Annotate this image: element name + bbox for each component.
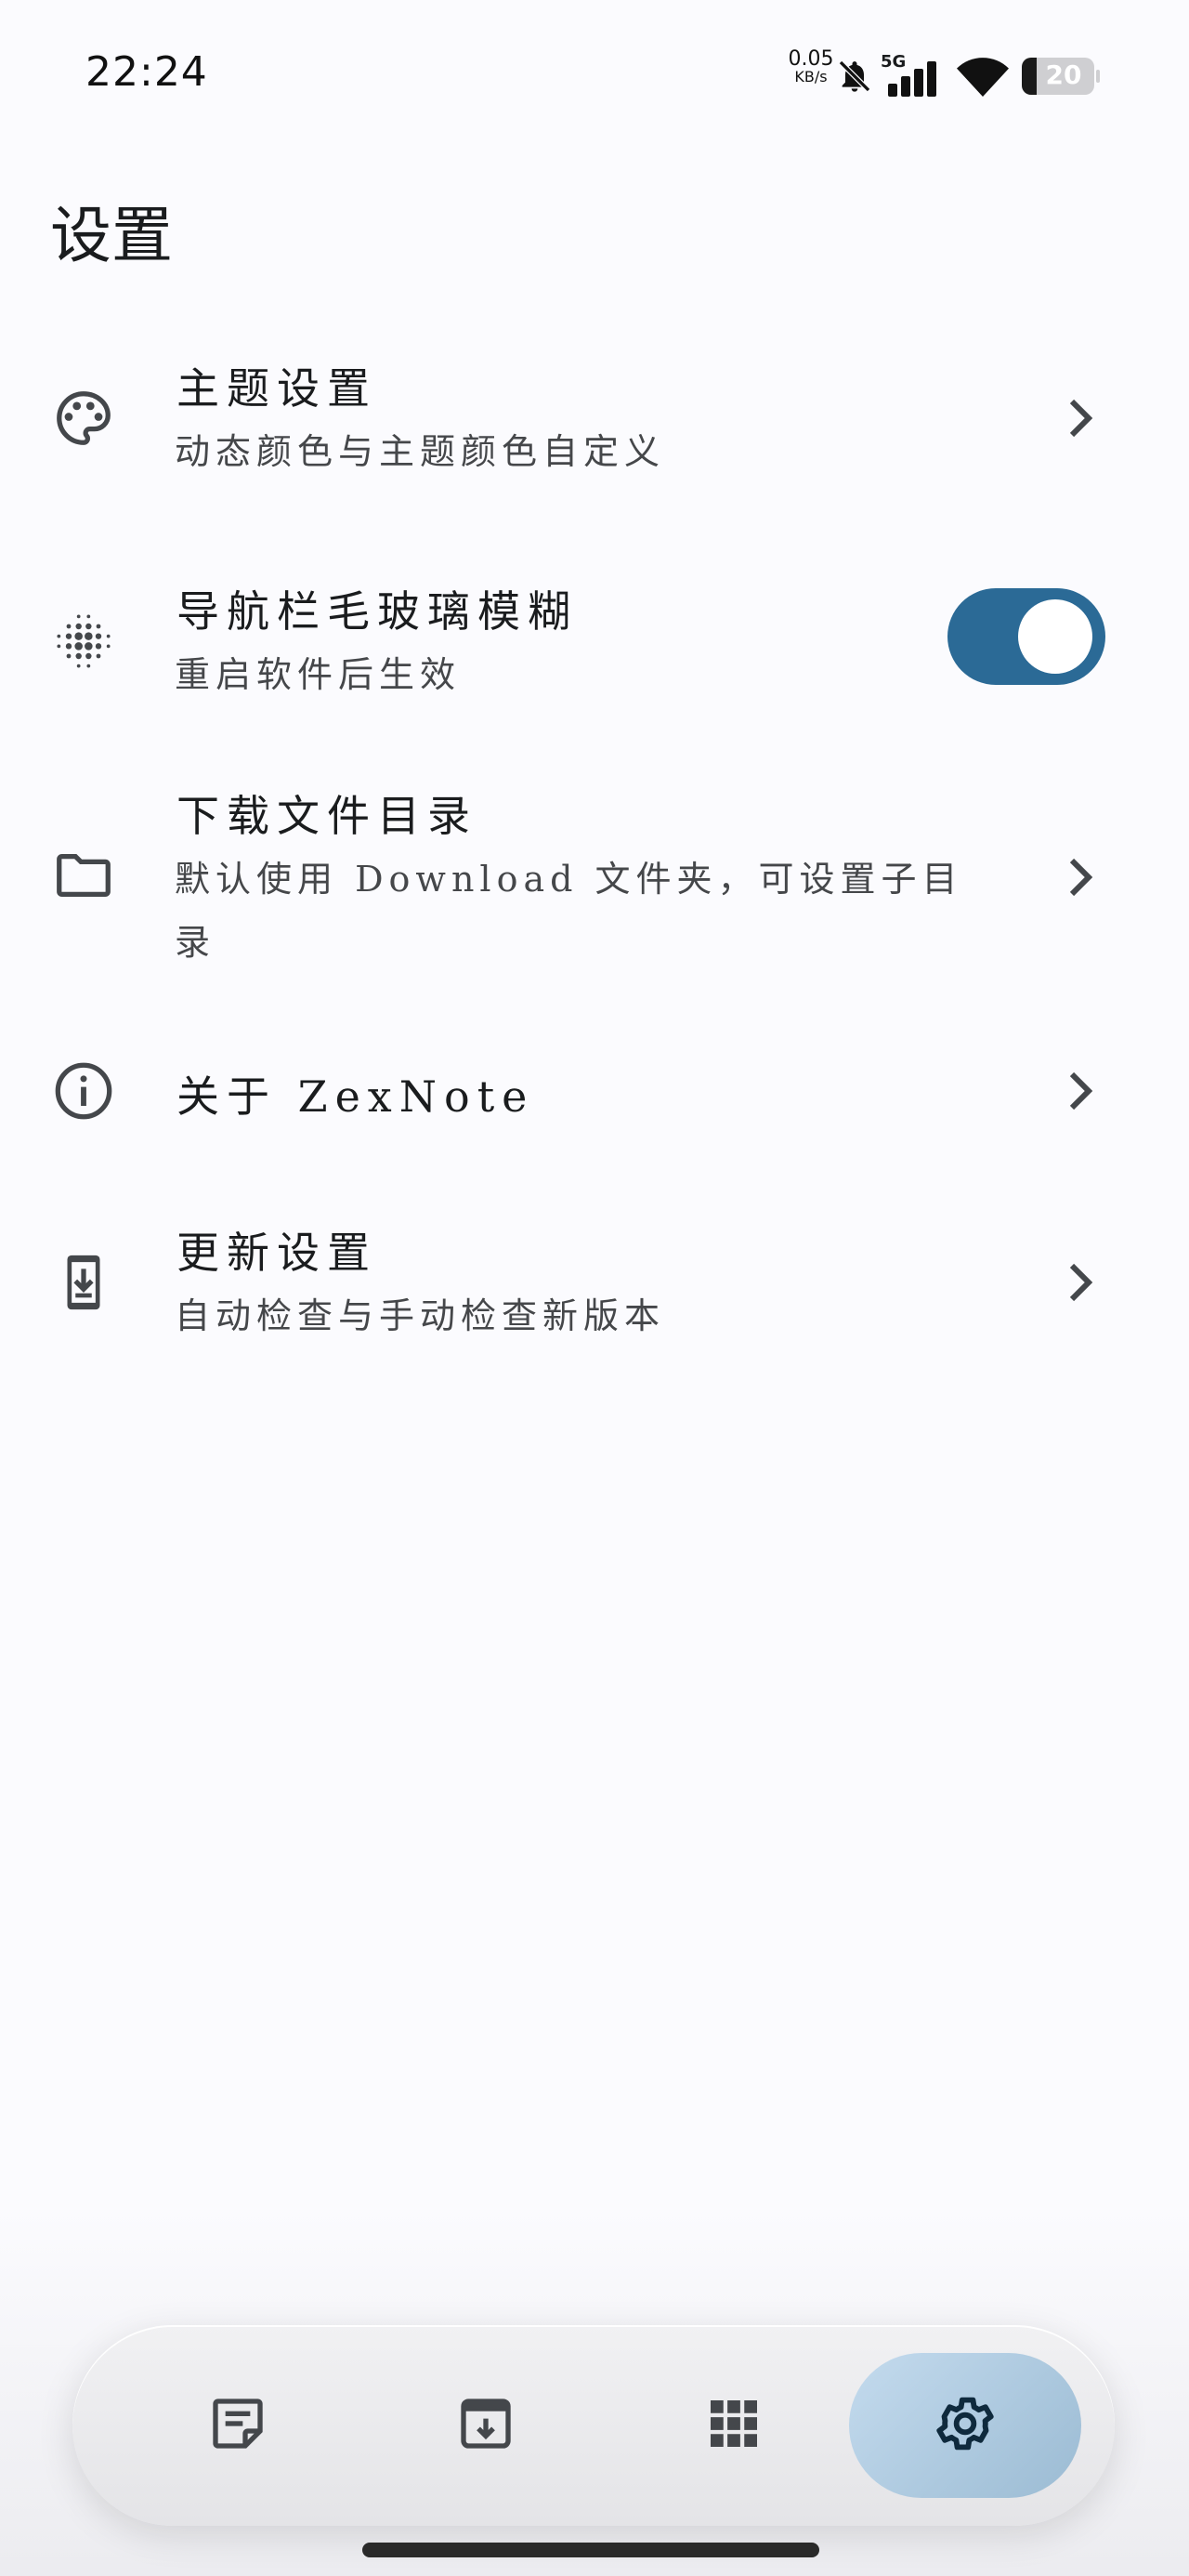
bell-off-icon [836, 58, 873, 99]
signal-icon [884, 59, 946, 100]
nav-apps[interactable] [618, 2353, 850, 2498]
chevron-right-icon [1065, 1069, 1098, 1113]
archive-icon [456, 2394, 516, 2457]
info-icon [50, 1058, 117, 1124]
setting-about[interactable]: 关于 ZexNote [0, 1032, 1189, 1152]
setting-download-title: 下载文件目录 [176, 791, 477, 841]
system-update-icon [50, 1249, 117, 1316]
setting-about-title: 关于 ZexNote [176, 1071, 535, 1122]
nav-settings[interactable] [849, 2353, 1081, 2498]
setting-download-dir[interactable]: 下载文件目录 默认使用 Download 文件夹，可设置子目录 [0, 771, 1189, 985]
chevron-right-icon [1065, 1260, 1098, 1305]
setting-update[interactable]: 更新设置 自动检查与手动检查新版本 [0, 1199, 1189, 1366]
status-time: 22:24 [85, 48, 208, 96]
palette-icon [50, 385, 117, 452]
bottom-navigation [72, 2325, 1115, 2526]
battery-icon: 20 [1022, 58, 1100, 97]
settings-screen: 22:24 0.05 KB/s 5G 20 设置 主题设置 动态颜色与主题颜色自… [0, 0, 1189, 2576]
toggle-knob [1018, 599, 1092, 674]
network-speed-value: 0.05 [788, 47, 834, 71]
blur-toggle[interactable] [947, 588, 1105, 685]
network-speed-unit: KB/s [794, 68, 828, 86]
setting-blur-title: 导航栏毛玻璃模糊 [176, 586, 578, 637]
home-indicator[interactable] [362, 2543, 819, 2557]
wifi-icon [957, 58, 1009, 100]
setting-download-subtitle: 默认使用 Download 文件夹，可设置子目录 [175, 859, 963, 963]
chevron-right-icon [1065, 396, 1098, 440]
page-title: 设置 [50, 200, 173, 271]
setting-theme[interactable]: 主题设置 动态颜色与主题颜色自定义 [0, 335, 1189, 502]
setting-update-title: 更新设置 [176, 1228, 377, 1278]
setting-theme-subtitle: 动态颜色与主题颜色自定义 [175, 431, 666, 472]
chevron-right-icon [1065, 855, 1098, 900]
network-speed: 0.05 KB/s [778, 48, 843, 85]
folder-icon [50, 842, 117, 909]
note-icon [208, 2394, 268, 2457]
status-bar: 22:24 0.05 KB/s 5G 20 [0, 0, 1189, 149]
setting-blur: 导航栏毛玻璃模糊 重启软件后生效 [0, 558, 1189, 725]
setting-theme-title: 主题设置 [176, 363, 377, 414]
apps-grid-icon [706, 2396, 762, 2455]
gear-icon [933, 2391, 998, 2460]
blur-dots-icon [50, 608, 117, 675]
nav-archive[interactable] [370, 2353, 602, 2498]
setting-blur-subtitle: 重启软件后生效 [175, 654, 462, 695]
battery-level: 20 [1045, 59, 1082, 90]
nav-notes[interactable] [122, 2353, 354, 2498]
setting-update-subtitle: 自动检查与手动检查新版本 [175, 1295, 666, 1336]
